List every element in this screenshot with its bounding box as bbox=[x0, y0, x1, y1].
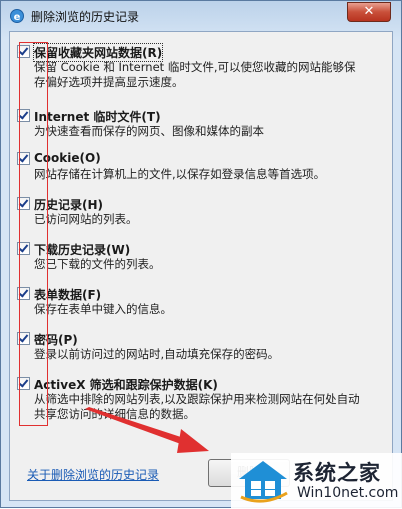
annotation-arrow-icon bbox=[85, 407, 209, 453]
option-desc: 保存在表单中键入的信息。 bbox=[34, 302, 172, 316]
close-button[interactable]: ✕ bbox=[347, 2, 391, 22]
watermark-url: Win10net.com bbox=[297, 485, 399, 501]
option-desc: 已访问网站的列表。 bbox=[34, 212, 138, 226]
option-title: 保留收藏夹网站数据(R) bbox=[32, 43, 164, 62]
annotation-highlight-box bbox=[19, 42, 48, 426]
option-desc: 网站存储在计算机上的文件,以保存如登录信息等首选项。 bbox=[34, 167, 326, 181]
about-history-link[interactable]: 关于删除浏览的历史记录 bbox=[27, 466, 159, 483]
house-logo-icon bbox=[239, 461, 288, 503]
watermark-brand: 系统之家 bbox=[293, 461, 381, 485]
delete-history-dialog: e 删除浏览的历史记录 ✕ 保留收藏夹网站数据(R) 保留 Cookie 和 I… bbox=[0, 0, 402, 509]
option-desc: 您已下载的文件的列表。 bbox=[34, 257, 161, 271]
option-title: ActiveX 筛选和跟踪保护数据(K) bbox=[34, 378, 218, 392]
option-title: Internet 临时文件(T) bbox=[34, 110, 161, 124]
option-desc: 登录以前访问过的网站时,自动填充保存的密码。 bbox=[34, 347, 280, 361]
title-bar[interactable]: e 删除浏览的历史记录 ✕ bbox=[1, 1, 401, 31]
watermark: 系统之家 Win10net.com bbox=[231, 453, 402, 509]
option-desc: 为快速查看而保存的网页、图像和媒体的副本 bbox=[34, 124, 264, 138]
option-desc: 保留 Cookie 和 Internet 临时文件,可以使您收藏的网站能够保存偏… bbox=[34, 60, 356, 89]
option-title: 下载历史记录(W) bbox=[34, 243, 131, 257]
dialog-title: 删除浏览的历史记录 bbox=[31, 10, 140, 24]
ie-icon: e bbox=[10, 9, 24, 23]
svg-text:e: e bbox=[14, 12, 21, 23]
